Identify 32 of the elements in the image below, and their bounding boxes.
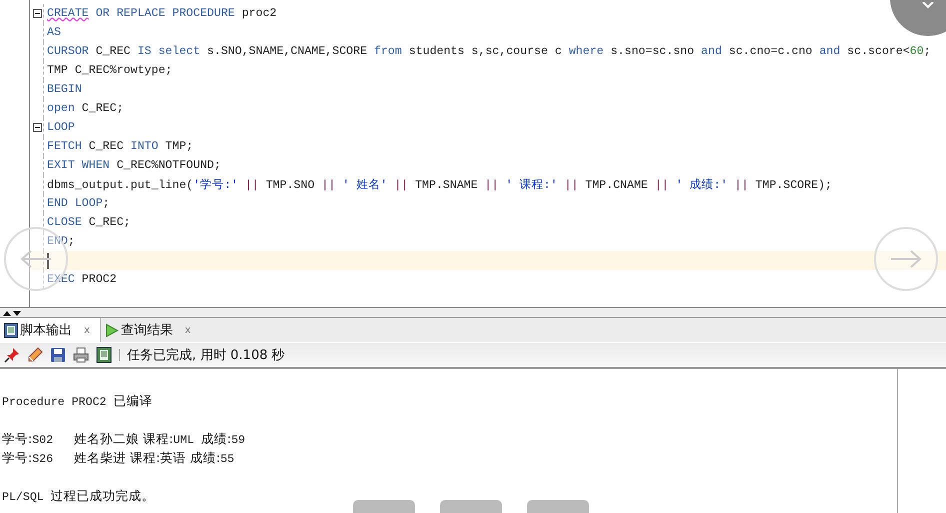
output-line: 学号:S26 姓名柴进 课程:英语 成绩:55 (2, 448, 234, 466)
pin-icon[interactable] (4, 347, 20, 363)
print-icon[interactable] (73, 347, 89, 363)
code-line: open C_REC; (47, 102, 124, 115)
splitter-arrows-icon[interactable] (2, 310, 22, 316)
save-icon[interactable] (50, 347, 66, 363)
play-icon (104, 322, 119, 338)
script-icon (4, 322, 18, 338)
code-line: EXIT WHEN C_REC%NOTFOUND; (47, 159, 221, 172)
code-line: LOOP (47, 121, 75, 134)
code-line: CREATE OR REPLACE PROCEDURE proc2 (47, 7, 277, 20)
collapse-icon[interactable] (33, 123, 42, 132)
code-line: dbms_output.put_line('学号:' || TMP.SNO || ' 姓名' || TMP.SNAME || ' 课程:' || TMP.CNAME || ' 成绩:' || TMP.SCORE); (47, 178, 832, 192)
right-arrow-icon (889, 249, 923, 269)
code-line: FETCH C_REC INTO TMP; (47, 140, 194, 153)
script-icon[interactable] (96, 347, 112, 363)
output-line: 学号:S02 姓名孙二娘 课程:UML 成绩:59 (2, 430, 246, 448)
output-line: Procedure PROC2 已编译 (2, 392, 152, 410)
collapse-icon[interactable] (33, 9, 42, 18)
code-line: CLOSE C_REC; (47, 216, 130, 229)
left-arrow-icon (19, 249, 53, 269)
code-line: END LOOP; (47, 197, 110, 210)
output-tab[interactable]: 脚本输出 x (0, 318, 101, 342)
code-line: BEGIN (47, 83, 82, 96)
status-text: 任务已完成, 用时 0.108 秒 (127, 347, 285, 364)
output-tab[interactable]: 查询结果 x (100, 318, 201, 342)
code-line: AS (47, 26, 61, 39)
code-line: TMP C_REC%rowtype; (47, 64, 172, 77)
close-icon (921, 2, 935, 10)
code-line: CURSOR C_REC IS select s.SNO,SNAME,CNAME,SCORE from students s,sc,course c where s.sno=sc.sno and sc.cno=c.cno and sc.score<60; (47, 45, 931, 58)
output-line: PL/SQL 过程已成功完成。 (2, 486, 155, 504)
text-cursor (47, 252, 49, 268)
